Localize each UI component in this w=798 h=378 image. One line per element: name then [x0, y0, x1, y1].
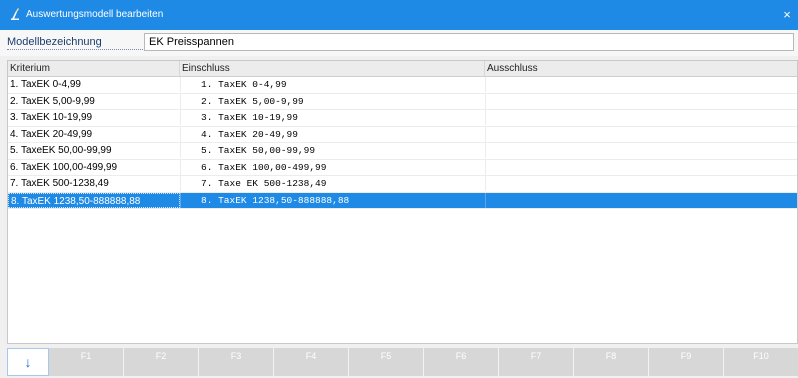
cell-ausschluss: [485, 176, 797, 191]
table-row[interactable]: 6. TaxEK 100,00-499,99 6. TaxEK 100,00-4…: [8, 159, 797, 176]
cell-ausschluss: [485, 110, 797, 125]
model-name-label: Modellbezeichnung: [7, 36, 143, 50]
window-title: Auswertungsmodell bearbeiten: [26, 9, 164, 20]
cell-ausschluss: [485, 77, 797, 92]
arrow-down-icon[interactable]: ↓: [7, 348, 49, 376]
close-icon[interactable]: ×: [776, 0, 798, 30]
table-body: 1. TaxEK 0-4,99 1. TaxEK 0-4,99 2. TaxEK…: [8, 77, 797, 209]
cell-kriterium: 5. TaxeEK 50,00-99,99: [10, 145, 112, 156]
table-row-selected[interactable]: 8. TaxEK 1238,50-888888,88 8. TaxEK 1238…: [8, 192, 797, 209]
f2-button[interactable]: F2: [124, 348, 199, 376]
cell-einschluss: 7. Taxe EK 500-1238,49: [180, 176, 485, 191]
cell-kriterium: 2. TaxEK 5,00-9,99: [10, 95, 95, 107]
column-header-einschluss[interactable]: Einschluss: [180, 61, 485, 76]
f9-button[interactable]: F9: [649, 348, 724, 376]
cell-einschluss: 4. TaxEK 20-49,99: [180, 126, 485, 142]
cell-ausschluss: [485, 126, 797, 142]
column-header-ausschluss[interactable]: Ausschluss: [485, 61, 797, 76]
dialog-window: Auswertungsmodell bearbeiten × Modellbez…: [0, 0, 798, 378]
cell-kriterium: 1. TaxEK 0-4,99: [10, 79, 81, 90]
cell-einschluss: 8. TaxEK 1238,50-888888,88: [180, 192, 485, 208]
cell-ausschluss: [485, 143, 797, 158]
app-icon: [11, 8, 19, 20]
table-row[interactable]: 3. TaxEK 10-19,99 3. TaxEK 10-19,99: [8, 110, 797, 127]
cell-kriterium: 4. TaxEK 20-49,99: [10, 128, 93, 140]
cell-kriterium: 3. TaxEK 10-19,99: [10, 112, 93, 123]
f7-button[interactable]: F7: [499, 348, 574, 376]
table-row[interactable]: 1. TaxEK 0-4,99 1. TaxEK 0-4,99: [8, 77, 797, 94]
table-header: Kriterium Einschluss Ausschluss: [8, 61, 797, 77]
table-row[interactable]: 2. TaxEK 5,00-9,99 2. TaxEK 5,00-9,99: [8, 93, 797, 110]
f3-button[interactable]: F3: [199, 348, 274, 376]
cell-ausschluss: [485, 192, 797, 208]
cell-einschluss: 2. TaxEK 5,00-9,99: [180, 93, 485, 109]
cell-ausschluss: [485, 93, 797, 109]
title-bar[interactable]: Auswertungsmodell bearbeiten ×: [0, 0, 798, 30]
column-header-kriterium[interactable]: Kriterium: [8, 61, 180, 76]
cell-einschluss: 6. TaxEK 100,00-499,99: [180, 159, 485, 175]
table-row[interactable]: 4. TaxEK 20-49,99 4. TaxEK 20-49,99: [8, 126, 797, 143]
f10-button[interactable]: F10: [724, 348, 798, 376]
model-name-row: Modellbezeichnung: [0, 30, 798, 56]
cell-ausschluss: [485, 159, 797, 175]
cell-kriterium: 8. TaxEK 1238,50-888888,88: [8, 192, 180, 208]
cell-einschluss: 3. TaxEK 10-19,99: [180, 110, 485, 125]
f8-button[interactable]: F8: [574, 348, 649, 376]
cell-einschluss: 1. TaxEK 0-4,99: [180, 77, 485, 92]
table-row[interactable]: 5. TaxeEK 50,00-99,99 5. TaxEK 50,00-99,…: [8, 143, 797, 160]
cell-kriterium: 7. TaxEK 500-1238,49: [10, 178, 109, 189]
function-key-bar: ↓ F1 F2 F3 F4 F5 F6 F7 F8 F9 F10: [7, 348, 798, 376]
criteria-table[interactable]: Kriterium Einschluss Ausschluss 1. TaxEK…: [7, 60, 798, 344]
table-row[interactable]: 7. TaxEK 500-1238,49 7. Taxe EK 500-1238…: [8, 176, 797, 193]
f4-button[interactable]: F4: [274, 348, 349, 376]
model-name-input[interactable]: [144, 33, 794, 51]
cell-einschluss: 5. TaxEK 50,00-99,99: [180, 143, 485, 158]
f5-button[interactable]: F5: [349, 348, 424, 376]
f6-button[interactable]: F6: [424, 348, 499, 376]
cell-kriterium: 6. TaxEK 100,00-499,99: [10, 161, 118, 173]
f1-button[interactable]: F1: [49, 348, 124, 376]
